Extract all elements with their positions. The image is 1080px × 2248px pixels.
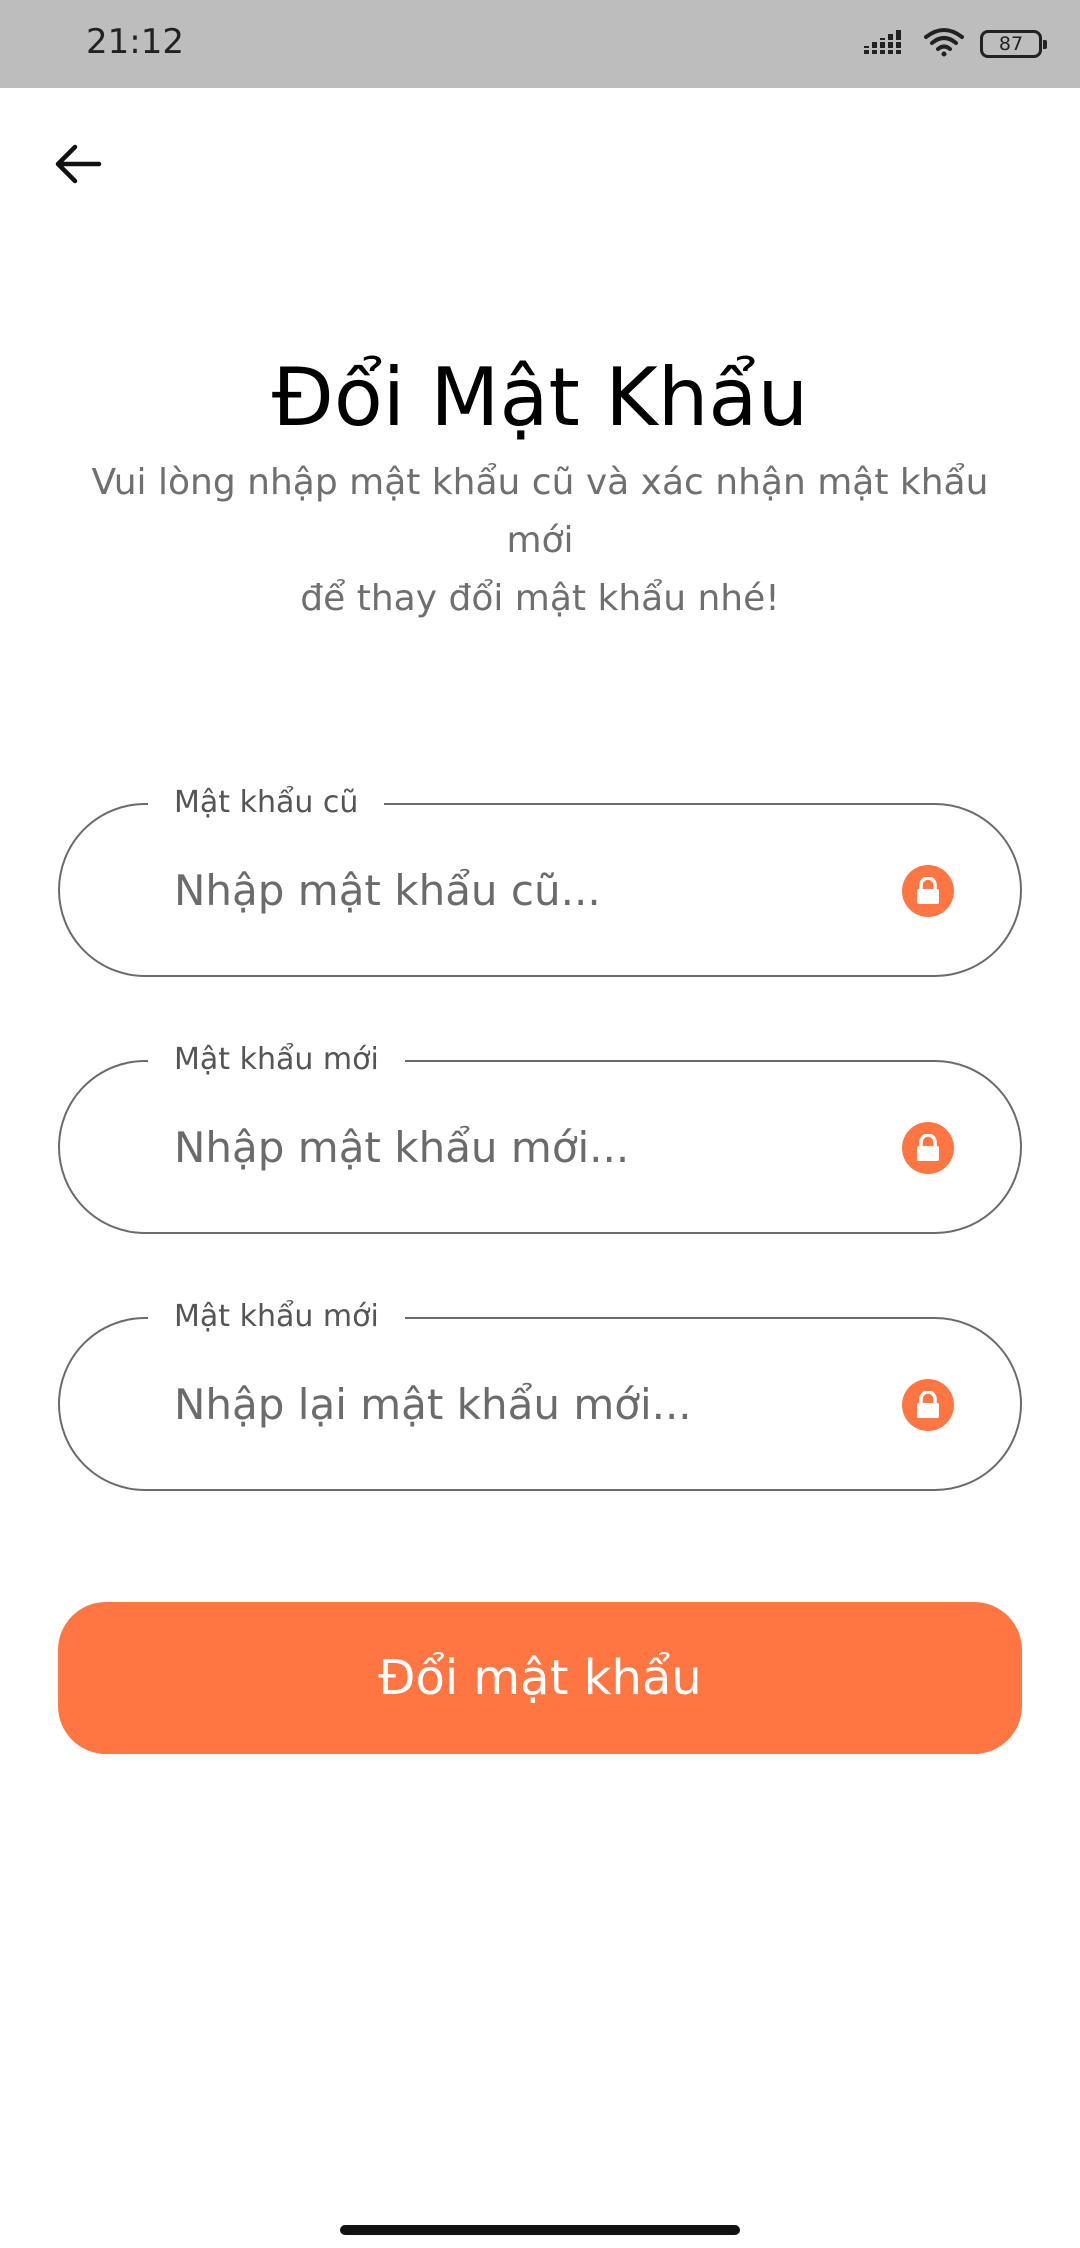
- signal-icon: [864, 28, 908, 60]
- status-icons: 87: [864, 24, 1047, 64]
- subtitle-line: để thay đổi mật khẩu nhé!: [300, 578, 780, 619]
- confirm-password-field: Mật khẩu mới: [58, 1295, 1022, 1491]
- lock-icon[interactable]: [902, 865, 954, 917]
- new-password-input[interactable]: [174, 1062, 854, 1232]
- subtitle-line: mới: [506, 520, 574, 561]
- wifi-icon: [924, 27, 964, 61]
- status-bar: 21:12 87: [0, 0, 1080, 88]
- old-password-input[interactable]: [174, 805, 854, 975]
- new-password-field: Mật khẩu mới: [58, 1038, 1022, 1234]
- old-password-field: Mật khẩu cũ: [58, 781, 1022, 977]
- lock-icon[interactable]: [902, 1379, 954, 1431]
- page-subtitle: Vui lòng nhập mật khẩu cũ và xác nhận mậ…: [80, 454, 1000, 628]
- battery-level: 87: [998, 33, 1024, 55]
- back-button[interactable]: [48, 136, 108, 196]
- confirm-password-input[interactable]: [174, 1319, 854, 1489]
- page-title: Đổi Mật Khẩu: [271, 351, 809, 444]
- change-password-button[interactable]: Đổi mật khẩu: [58, 1602, 1022, 1754]
- battery-icon: 87: [980, 30, 1047, 58]
- status-time: 21:12: [86, 22, 184, 62]
- lock-icon[interactable]: [902, 1122, 954, 1174]
- subtitle-line: Vui lòng nhập mật khẩu cũ và xác nhận mậ…: [91, 462, 989, 503]
- home-indicator[interactable]: [340, 2225, 740, 2235]
- arrow-left-icon: [53, 142, 103, 190]
